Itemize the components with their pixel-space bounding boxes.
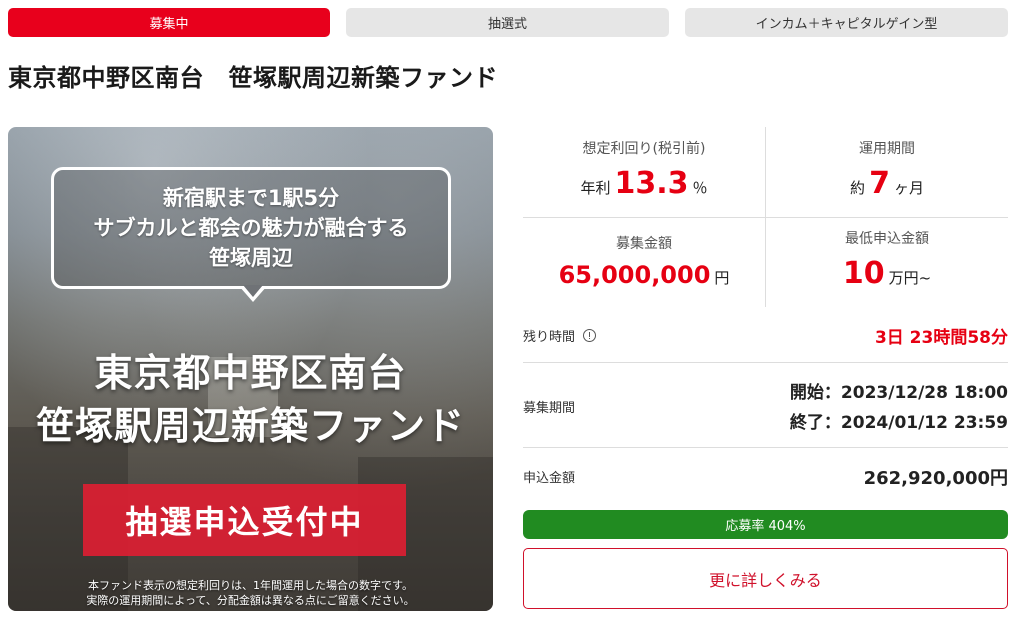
amount-unit: 円 [714,269,730,287]
type-tag: インカム＋キャピタルゲイン型 [685,8,1008,37]
speech-bubble: 新宿駅まで1駅5分 サブカルと都会の魅力が融合する 笹塚周辺 [51,167,451,289]
applied-amount-value: 262,920,000円 [863,468,1008,489]
min-amount-value: 10 [842,256,885,291]
min-amount-stat: 最低申込金額 10 万円~ [766,228,1008,291]
fund-hero-image: 新宿駅まで1駅5分 サブカルと都会の魅力が融合する 笹塚周辺 東京都中野区南台 … [8,127,493,611]
hero-disclaimer-line1: 本ファンド表示の想定利回りは、1年間運用した場合の数字です。 [88,579,413,592]
hero-disclaimer-line2: 実際の運用期間によって、分配金額は異なる点にご留意ください。 [86,594,415,607]
yield-stat: 想定利回り(税引前) 年利 13.3 ％ [523,138,765,201]
recruitment-period: 開始：2023/12/28 18:00 終了：2024/01/12 23:59 [790,378,1008,438]
period-row-label: 募集期間 [523,401,576,416]
lottery-badge: 抽選申込受付中 [83,484,406,556]
row-divider [523,362,1008,363]
yield-label: 想定利回り(税引前) [582,141,706,157]
progress-text: 応募率 404% [725,519,806,534]
bubble-line: サブカルと都会の魅力が融合する [93,216,409,240]
remaining-time-text: 残り時間 [523,330,576,345]
amount-label: 募集金額 [616,236,672,252]
page-title: 東京都中野区南台 笹塚駅周辺新築ファンド [8,64,498,92]
row-divider [523,447,1008,448]
speech-bubble-tail-inner [243,285,263,297]
application-progress-bar: 応募率 404% [523,510,1008,539]
stats-divider [523,217,1008,218]
period-value: 7 [869,166,890,201]
min-amount-unit: 万円~ [888,269,932,287]
more-details-button[interactable]: 更に詳しくみる [523,548,1008,609]
bubble-line: 笹塚周辺 [209,246,293,270]
info-icon[interactable] [583,329,597,342]
period-prefix: 約 [850,179,866,197]
remaining-time-value: 3日 23時間58分 [874,328,1008,348]
period-label: 運用期間 [859,141,915,157]
tag-bar: 募集中 抽選式 インカム＋キャピタルゲイン型 [8,8,1008,37]
yield-prefix: 年利 [580,179,611,197]
period-unit: ヶ月 [893,179,924,197]
bubble-line: 新宿駅まで1駅5分 [162,186,340,210]
status-tag: 募集中 [8,8,330,37]
remaining-time-label: 残り時間 [523,326,597,345]
applied-amount-label: 申込金額 [523,471,576,486]
yield-value: 13.3 [614,166,689,201]
min-amount-label: 最低申込金額 [845,231,929,247]
yield-unit: ％ [692,179,708,197]
hero-title-line1: 東京都中野区南台 [94,351,407,395]
amount-stat: 募集金額 65,000,000 円 [523,233,765,289]
method-tag: 抽選式 [346,8,669,37]
period-stat: 運用期間 約 7 ヶ月 [766,138,1008,201]
period-end: 終了：2024/01/12 23:59 [789,413,1008,433]
amount-value: 65,000,000 [558,261,711,289]
period-start: 開始：2023/12/28 18:00 [789,383,1008,403]
hero-title-line2: 笹塚駅周辺新築ファンド [35,404,465,448]
